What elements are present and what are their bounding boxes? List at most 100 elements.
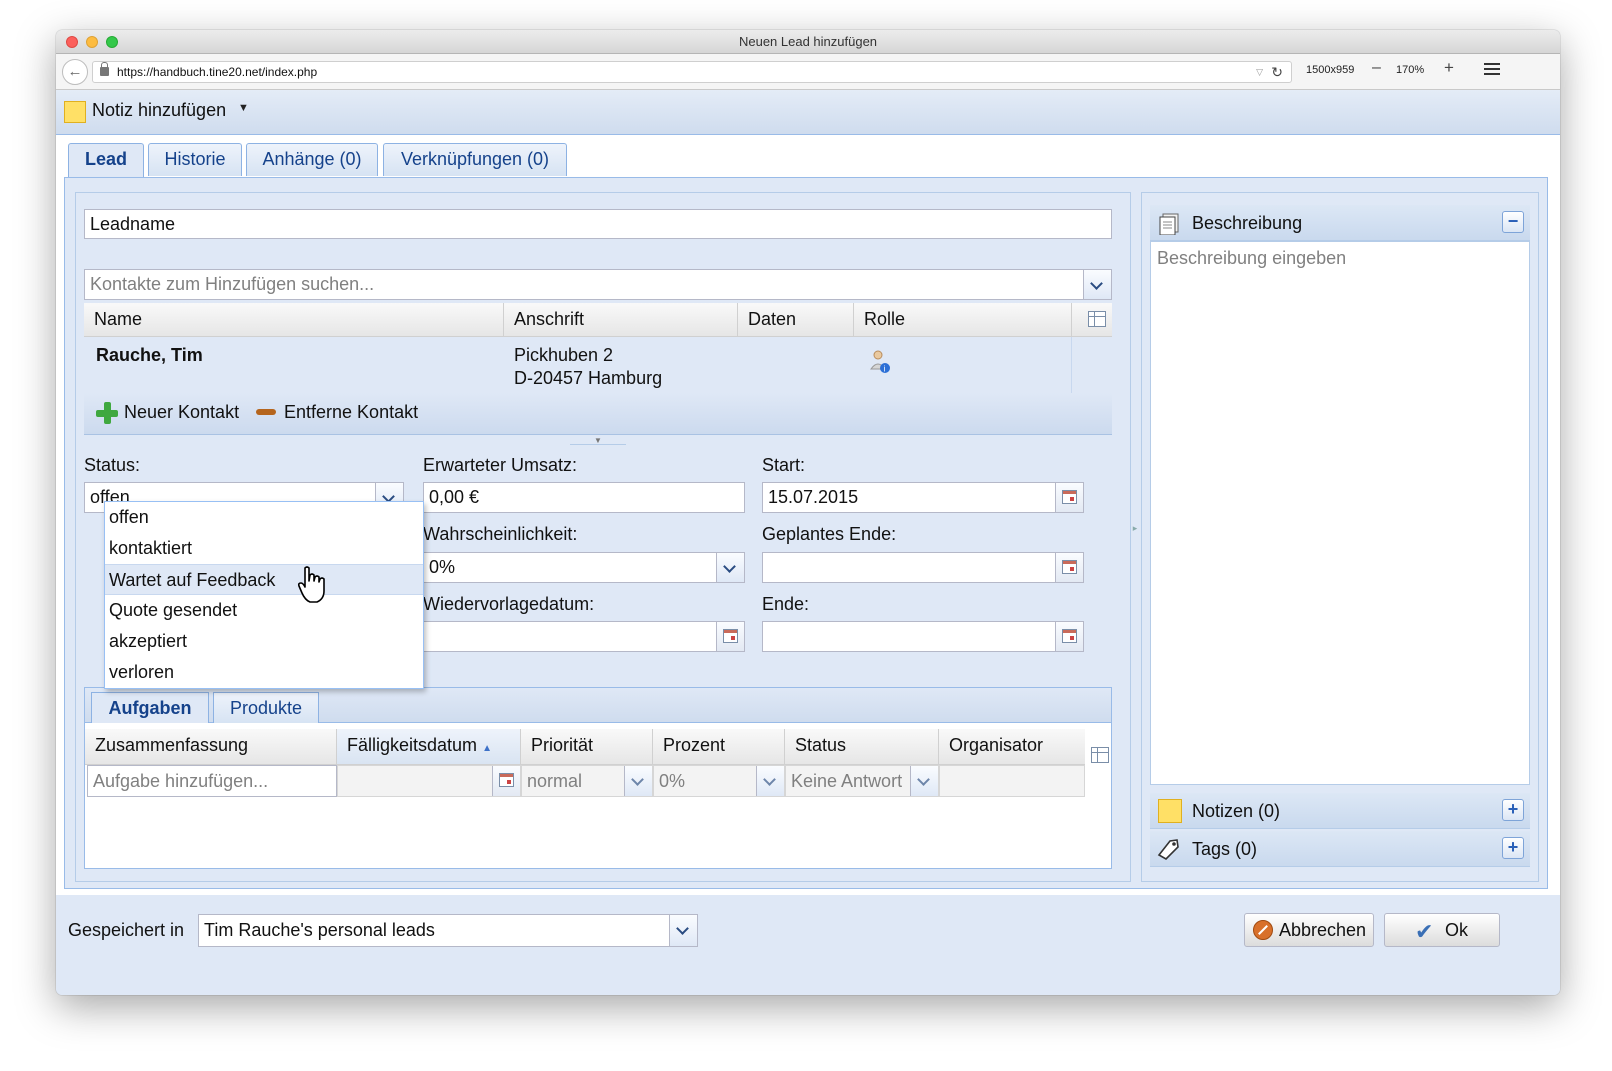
start-date-trigger[interactable]: [1055, 483, 1083, 512]
task-status-value: Keine Antwort: [791, 771, 903, 791]
tab-lead[interactable]: Lead: [68, 143, 144, 177]
task-organizer-input[interactable]: [939, 765, 1085, 797]
start-date-input[interactable]: 15.07.2015: [762, 482, 1084, 513]
tab-products[interactable]: Produkte: [213, 692, 319, 724]
tags-title: Tags (0): [1192, 839, 1258, 859]
col-status[interactable]: Status: [785, 729, 939, 764]
status-option-quote-sent[interactable]: Quote gesendet: [105, 595, 423, 626]
status-dropdown-list: offen kontaktiert Wartet auf Feedback Qu…: [104, 501, 424, 689]
subtab-strip: Aufgaben Produkte: [84, 687, 1112, 724]
cancel-button[interactable]: Abbrechen: [1244, 913, 1374, 947]
tab-attachments[interactable]: Anhänge (0): [246, 143, 378, 176]
task-status-select[interactable]: Keine Antwort: [785, 765, 939, 797]
lock-icon: [100, 62, 109, 76]
column-chooser-icon[interactable]: [1088, 311, 1106, 327]
status-option-accepted[interactable]: akzeptiert: [105, 626, 423, 657]
col-role[interactable]: Rolle: [854, 303, 1072, 336]
minus-icon: [256, 409, 276, 415]
contacts-grid-header: Name Anschrift Daten Rolle: [84, 303, 1112, 337]
back-button[interactable]: ←: [62, 59, 88, 85]
ok-label: Ok: [1445, 920, 1469, 940]
customer-user-icon[interactable]: i: [870, 349, 892, 375]
lead-name-input[interactable]: Leadname: [84, 209, 1112, 239]
tab-relations[interactable]: Verknüpfungen (0): [383, 143, 567, 176]
tasks-grid-header: Zusammenfassung Fälligkeitsdatum ▲ Prior…: [85, 729, 1085, 765]
turnover-label: Erwarteter Umsatz:: [423, 455, 578, 475]
col-due-date[interactable]: Fälligkeitsdatum ▲: [337, 729, 521, 764]
task-percent-select[interactable]: 0%: [653, 765, 785, 797]
status-label: Status:: [84, 455, 141, 475]
probability-select[interactable]: 0%: [423, 552, 745, 583]
turnover-input[interactable]: 0,00 €: [423, 482, 745, 513]
browser-window: Neuen Lead hinzufügen ← https://handbuch…: [56, 30, 1560, 995]
remove-contact-button[interactable]: Entferne Kontakt: [284, 402, 418, 423]
zoom-level: 170%: [1396, 64, 1425, 76]
table-row[interactable]: Rauche, Tim Pickhuben 2 D-20457 Hamburg …: [84, 337, 1072, 393]
col-name[interactable]: Name: [84, 303, 504, 336]
tab-tasks[interactable]: Aufgaben: [91, 692, 209, 724]
status-option-contacted[interactable]: kontaktiert: [105, 533, 423, 564]
col-summary[interactable]: Zusammenfassung: [85, 729, 337, 764]
expand-notes-button[interactable]: +: [1502, 799, 1524, 821]
url-dropdown-icon[interactable]: ▽: [1256, 62, 1263, 82]
note-icon: [1158, 799, 1182, 823]
resubmission-date-trigger[interactable]: [716, 622, 744, 651]
description-textarea[interactable]: Beschreibung eingeben: [1150, 241, 1530, 785]
end-date-trigger[interactable]: [1055, 622, 1083, 651]
contact-search-input[interactable]: Kontakte zum Hinzufügen suchen...: [84, 269, 1112, 300]
tags-panel-header[interactable]: Tags (0) +: [1150, 831, 1530, 867]
col-organizer[interactable]: Organisator: [939, 729, 1085, 764]
add-contact-button[interactable]: Neuer Kontakt: [124, 402, 239, 423]
collapse-description-button[interactable]: −: [1502, 211, 1524, 233]
notes-panel-header[interactable]: Notizen (0) +: [1150, 793, 1530, 829]
col-priority[interactable]: Priorität: [521, 729, 653, 764]
contact-address-line2: D-20457 Hamburg: [514, 368, 663, 388]
lead-form-region: Leadname Kontakte zum Hinzufügen suchen.…: [75, 192, 1131, 882]
description-placeholder: Beschreibung eingeben: [1157, 248, 1347, 268]
task-priority-trigger[interactable]: [624, 766, 652, 796]
region-splitter[interactable]: ▸: [1131, 508, 1139, 548]
splitter-handle[interactable]: ▼: [570, 437, 626, 445]
svg-text:i: i: [883, 365, 885, 374]
planned-end-date-trigger[interactable]: [1055, 553, 1083, 582]
planned-end-label: Geplantes Ende:: [762, 524, 897, 544]
chevron-down-icon: [723, 560, 736, 573]
task-summary-placeholder: Aufgabe hinzufügen...: [93, 771, 269, 791]
address-bar: ← https://handbuch.tine20.net/index.php …: [56, 54, 1560, 90]
container-trigger[interactable]: [669, 915, 697, 946]
column-chooser-icon[interactable]: [1091, 747, 1109, 763]
contact-search-trigger[interactable]: [1083, 270, 1111, 299]
chevron-down-icon[interactable]: ▼: [238, 102, 249, 114]
col-data[interactable]: Daten: [738, 303, 854, 336]
status-option-lost[interactable]: verloren: [105, 657, 423, 688]
resubmission-date-input[interactable]: [423, 621, 745, 652]
col-percent[interactable]: Prozent: [653, 729, 785, 764]
probability-trigger[interactable]: [716, 553, 744, 582]
expand-tags-button[interactable]: +: [1502, 837, 1524, 859]
task-due-date-trigger[interactable]: [492, 766, 520, 796]
task-summary-input[interactable]: Aufgabe hinzufügen...: [87, 765, 337, 797]
end-date-input[interactable]: [762, 621, 1084, 652]
contacts-toolbar: Neuer Kontakt Entferne Kontakt: [84, 393, 1112, 435]
col-address[interactable]: Anschrift: [504, 303, 738, 336]
tab-history[interactable]: Historie: [148, 143, 242, 176]
task-status-trigger[interactable]: [910, 766, 938, 796]
zoom-out-button[interactable]: –: [1372, 59, 1381, 77]
task-due-date-input[interactable]: [337, 765, 521, 797]
task-priority-select[interactable]: normal: [521, 765, 653, 797]
status-option-waiting-feedback[interactable]: Wartet auf Feedback: [105, 564, 423, 595]
notes-title: Notizen (0): [1192, 801, 1281, 821]
planned-end-date-input[interactable]: [762, 552, 1084, 583]
hamburger-menu-icon[interactable]: [1484, 63, 1500, 77]
add-note-button[interactable]: Notiz hinzufügen: [92, 100, 226, 121]
zoom-in-button[interactable]: +: [1444, 58, 1454, 78]
calendar-icon: [1062, 490, 1077, 504]
status-option-open[interactable]: offen: [105, 502, 423, 533]
start-value: 15.07.2015: [768, 487, 859, 507]
task-percent-trigger[interactable]: [756, 766, 784, 796]
ok-button[interactable]: ✔ Ok: [1384, 913, 1500, 947]
reload-icon[interactable]: ↻: [1271, 62, 1283, 82]
turnover-value: 0,00 €: [429, 487, 480, 507]
container-select[interactable]: Tim Rauche's personal leads: [198, 914, 698, 947]
url-field[interactable]: https://handbuch.tine20.net/index.php ▽ …: [92, 61, 1292, 83]
